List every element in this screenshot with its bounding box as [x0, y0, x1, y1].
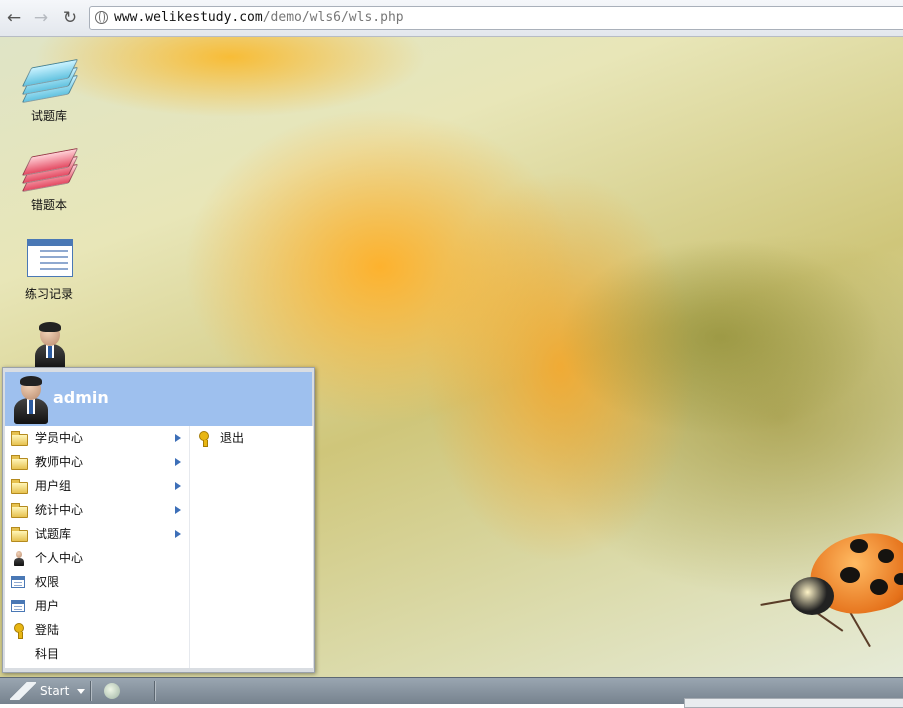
- menu-item-logout[interactable]: 退出: [190, 426, 313, 450]
- forward-button[interactable]: →: [31, 8, 51, 28]
- browser-toolbar: ← → ↻ www.welikestudy.com/demo/wls6/wls.…: [0, 0, 903, 37]
- desktop-icon-label: 错题本: [30, 198, 67, 212]
- menu-item-statistics-center[interactable]: 统计中心: [5, 498, 189, 522]
- menu-item-label: 试题库: [35, 527, 72, 541]
- start-menu: admin 学员中心 教师中心 用户组 统计中心 试题库 个人中心 权限 用户 …: [2, 367, 315, 673]
- submenu-arrow-icon: [175, 530, 181, 538]
- menu-item-student-center[interactable]: 学员中心: [5, 426, 189, 450]
- practice-record-icon: [25, 235, 73, 283]
- taskbar-divider: [154, 681, 156, 701]
- folder-icon: [11, 431, 28, 446]
- quicklaunch-globe-icon[interactable]: [104, 683, 120, 699]
- window-icon: [11, 599, 27, 613]
- desktop-icon-label: 试题库: [30, 109, 67, 123]
- back-button[interactable]: ←: [4, 8, 24, 28]
- start-button[interactable]: Start: [8, 680, 91, 702]
- person-icon: [11, 551, 27, 566]
- start-label: Start: [40, 684, 70, 698]
- key-icon: [196, 431, 212, 447]
- start-menu-left-column: 学员中心 教师中心 用户组 统计中心 试题库 个人中心 权限 用户 登陆 科目: [5, 426, 189, 668]
- start-chevron-icon: [10, 682, 36, 700]
- address-bar[interactable]: www.welikestudy.com/demo/wls6/wls.php: [89, 6, 903, 30]
- menu-item-label: 退出: [220, 431, 245, 445]
- globe-icon: [95, 11, 108, 24]
- menu-username: admin: [53, 388, 109, 407]
- url-text: www.welikestudy.com/demo/wls6/wls.php: [114, 7, 404, 29]
- menu-item-label: 个人中心: [35, 551, 84, 565]
- menu-item-users[interactable]: 用户: [5, 594, 189, 618]
- taskbar-divider: [90, 681, 92, 701]
- wrong-questions-icon: [21, 146, 79, 194]
- key-icon: [11, 623, 27, 639]
- user-avatar-icon: [11, 376, 51, 424]
- desktop-icon-practice-record[interactable]: 练习记录: [9, 235, 89, 302]
- submenu-arrow-icon: [175, 458, 181, 466]
- menu-item-label: 科目: [35, 647, 60, 661]
- menu-item-label: 学员中心: [35, 431, 84, 445]
- ladybug-wallpaper-image: [760, 524, 903, 648]
- menu-item-personal-center[interactable]: 个人中心: [5, 546, 189, 570]
- desktop-icon-label: 练习记录: [24, 287, 73, 301]
- folder-icon: [11, 455, 28, 470]
- question-bank-icon: [21, 57, 79, 105]
- menu-item-permissions[interactable]: 权限: [5, 570, 189, 594]
- menu-item-label: 用户: [35, 599, 60, 613]
- folder-icon: [11, 479, 28, 494]
- desktop-icon-question-bank[interactable]: 试题库: [9, 57, 89, 124]
- desktop-icon-wrong-questions[interactable]: 错题本: [9, 146, 89, 213]
- submenu-arrow-icon: [175, 506, 181, 514]
- menu-item-label: 权限: [35, 575, 60, 589]
- url-host: www.welikestudy.com: [114, 10, 263, 25]
- menu-item-label: 用户组: [35, 479, 72, 493]
- desktop-icon-user[interactable]: [9, 322, 89, 372]
- reload-button[interactable]: ↻: [60, 8, 80, 28]
- user-avatar-icon: [25, 322, 73, 370]
- submenu-arrow-icon: [175, 434, 181, 442]
- start-menu-header: admin: [5, 372, 312, 426]
- taskbar-window-button[interactable]: [684, 698, 903, 708]
- folder-icon: [11, 527, 28, 542]
- folder-icon: [11, 503, 28, 518]
- taskbar: Start: [0, 677, 903, 708]
- url-path: /demo/wls6/wls.php: [262, 10, 404, 25]
- menu-item-login[interactable]: 登陆: [5, 618, 189, 642]
- menu-item-subjects[interactable]: 科目: [5, 642, 189, 666]
- start-menu-right-column: 退出: [189, 426, 313, 668]
- submenu-arrow-icon: [175, 482, 181, 490]
- menu-item-label: 统计中心: [35, 503, 84, 517]
- menu-item-user-group[interactable]: 用户组: [5, 474, 189, 498]
- chevron-down-icon: [77, 689, 86, 694]
- menu-item-label: 登陆: [35, 623, 60, 637]
- window-icon: [11, 575, 27, 589]
- menu-item-question-bank[interactable]: 试题库: [5, 522, 189, 546]
- menu-item-label: 教师中心: [35, 455, 84, 469]
- menu-item-teacher-center[interactable]: 教师中心: [5, 450, 189, 474]
